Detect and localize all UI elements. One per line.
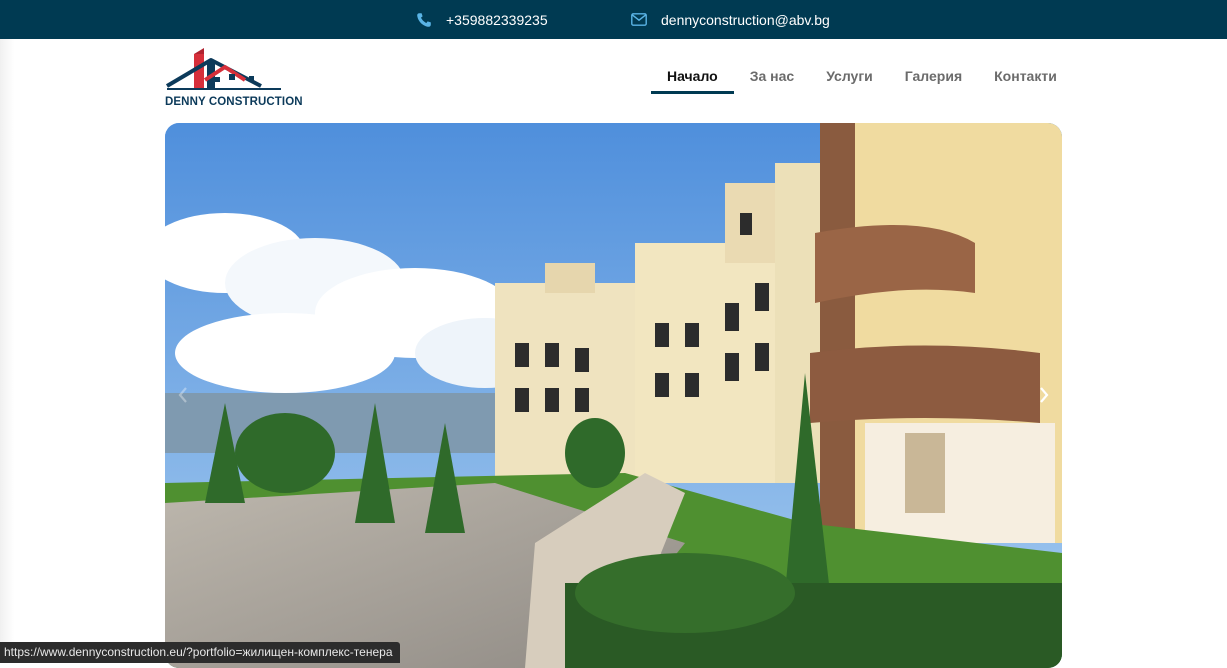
email-address: dennyconstruction@abv.bg bbox=[661, 11, 830, 28]
page-edge-shadow bbox=[0, 39, 14, 642]
logo-house-icon bbox=[165, 48, 281, 90]
browser-status-url: https://www.dennyconstruction.eu/?portfo… bbox=[0, 642, 400, 663]
top-contact-bar: +359882339235 dennyconstruction@abv.bg bbox=[0, 0, 1227, 39]
main-navigation: Начало За нас Услуги Галерия Контакти bbox=[651, 58, 1073, 94]
slider-prev-button[interactable] bbox=[172, 380, 194, 410]
nav-item-contacts[interactable]: Контакти bbox=[978, 58, 1073, 94]
phone-contact-link[interactable]: +359882339235 bbox=[416, 0, 548, 39]
site-logo[interactable]: DENNY CONSTRUCTION bbox=[165, 46, 303, 110]
logo-text: DENNY CONSTRUCTION bbox=[165, 96, 303, 108]
phone-icon bbox=[416, 12, 432, 28]
nav-item-gallery[interactable]: Галерия bbox=[889, 58, 978, 94]
nav-item-home[interactable]: Начало bbox=[651, 58, 734, 94]
hero-slider[interactable] bbox=[165, 123, 1062, 668]
email-contact-link[interactable]: dennyconstruction@abv.bg bbox=[631, 0, 830, 39]
phone-number: +359882339235 bbox=[446, 11, 548, 28]
slider-next-button[interactable] bbox=[1033, 380, 1055, 410]
nav-item-about[interactable]: За нас bbox=[734, 58, 810, 94]
residential-complex-photo bbox=[165, 123, 1062, 668]
envelope-icon bbox=[631, 13, 647, 26]
chevron-left-icon bbox=[178, 387, 187, 403]
chevron-right-icon bbox=[1040, 387, 1049, 403]
nav-item-services[interactable]: Услуги bbox=[810, 58, 889, 94]
